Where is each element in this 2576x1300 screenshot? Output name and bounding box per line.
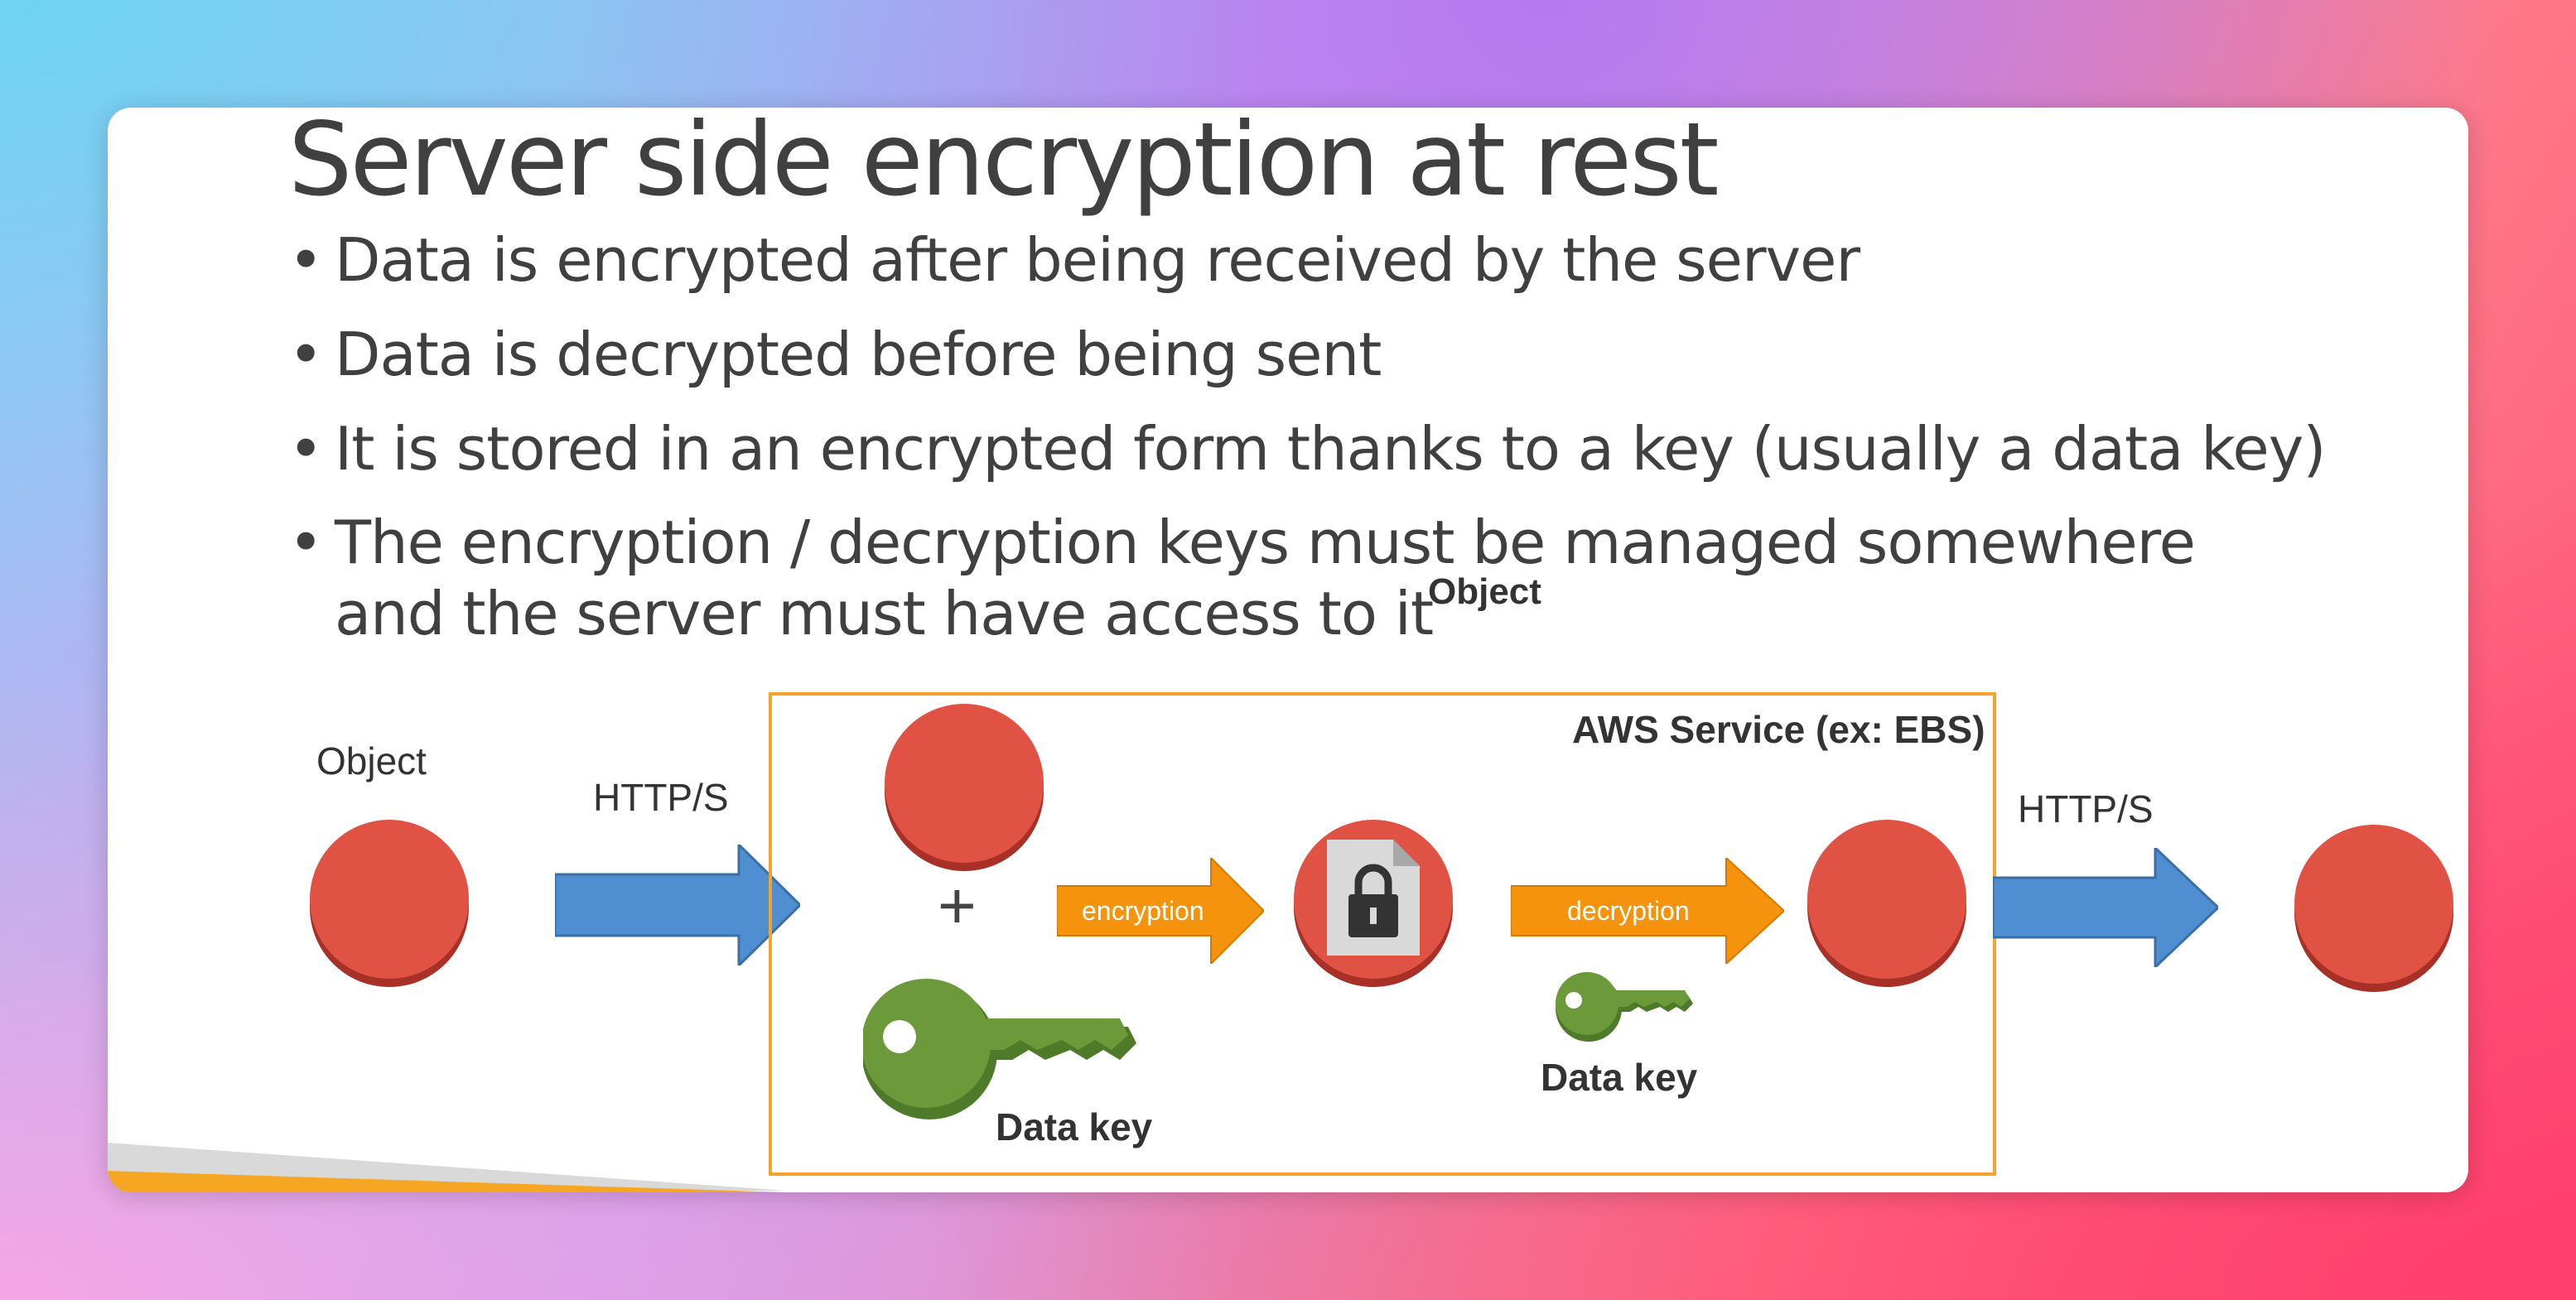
- plus-sign: +: [938, 869, 977, 942]
- encrypted-document-icon: [1327, 840, 1420, 956]
- http-in-label: HTTP/S: [593, 776, 729, 819]
- decryption-label: decryption: [1567, 896, 1690, 926]
- http-in-arrow: [555, 845, 800, 965]
- object-circle-inside: [885, 704, 1044, 863]
- bullet-item: Data is decrypted before being sent: [288, 318, 2442, 391]
- http-out-arrow: [1993, 848, 2218, 967]
- object-circle-left: [310, 820, 469, 979]
- aws-service-label: AWS Service (ex: EBS): [1572, 708, 1985, 751]
- bullet-item: It is stored in an encrypted form thanks…: [288, 412, 2442, 485]
- slide-title: Server side encryption at rest: [288, 108, 1720, 219]
- bullet-item: Data is encrypted after being received b…: [288, 224, 2442, 296]
- data-key-large-label: Data key: [996, 1105, 1153, 1148]
- data-key-small-icon: [1556, 972, 1693, 1042]
- slide: Server side encryption at rest Data is e…: [108, 108, 2468, 1192]
- object-label-left: Object: [316, 739, 427, 782]
- data-key-large-icon: [863, 979, 1136, 1119]
- footer-decoration: [108, 1143, 787, 1192]
- object-label-top: Object: [1428, 571, 1541, 612]
- data-key-small-label: Data key: [1541, 1056, 1698, 1099]
- bullet-list: Data is encrypted after being received b…: [288, 224, 2442, 671]
- bullet-item: The encryption / decryption keys must be…: [288, 507, 2306, 649]
- decrypted-object-circle: [1807, 820, 1966, 979]
- http-out-label: HTTP/S: [2018, 787, 2154, 831]
- object-circle-right: [2294, 825, 2453, 984]
- encryption-label: encryption: [1082, 896, 1204, 926]
